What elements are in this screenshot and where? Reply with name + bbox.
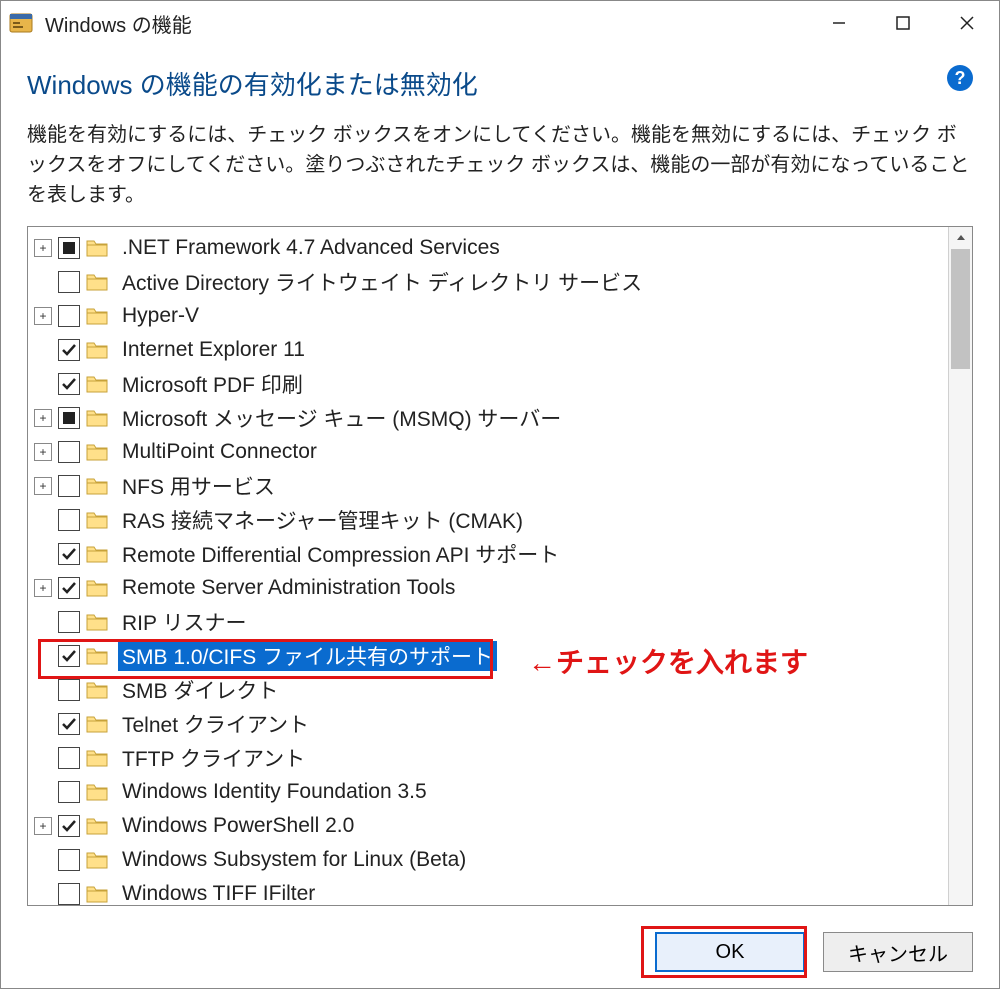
feature-row[interactable]: +Windows Subsystem for Linux (Beta) [28, 843, 948, 877]
feature-label[interactable]: NFS 用サービス [118, 471, 279, 501]
feature-row[interactable]: +Internet Explorer 11 [28, 333, 948, 367]
feature-label[interactable]: Active Directory ライトウェイト ディレクトリ サービス [118, 267, 646, 297]
feature-label[interactable]: MultiPoint Connector [118, 440, 321, 464]
close-button[interactable] [935, 1, 999, 45]
help-button[interactable]: ? [947, 65, 973, 91]
feature-row[interactable]: + MultiPoint Connector [28, 435, 948, 469]
feature-checkbox[interactable] [58, 883, 80, 905]
feature-checkbox[interactable] [58, 713, 80, 735]
feature-checkbox[interactable] [58, 475, 80, 497]
feature-row[interactable]: +SMB ダイレクト [28, 673, 948, 707]
feature-checkbox[interactable] [58, 747, 80, 769]
feature-checkbox[interactable] [58, 849, 80, 871]
feature-label[interactable]: RAS 接続マネージャー管理キット (CMAK) [118, 505, 527, 535]
feature-label[interactable]: Telnet クライアント [118, 709, 313, 739]
feature-row[interactable]: + Windows PowerShell 2.0 [28, 809, 948, 843]
feature-row[interactable]: +TFTP クライアント [28, 741, 948, 775]
feature-row[interactable]: +Windows TIFF IFilter [28, 877, 948, 905]
feature-checkbox[interactable] [58, 815, 80, 837]
feature-row[interactable]: +Windows Identity Foundation 3.5 [28, 775, 948, 809]
feature-row[interactable]: +SMB 1.0/CIFS ファイル共有のサポート [28, 639, 948, 673]
expander-icon[interactable]: + [34, 239, 52, 257]
feature-checkbox[interactable] [58, 373, 80, 395]
feature-label[interactable]: Windows PowerShell 2.0 [118, 814, 358, 838]
feature-row[interactable]: +Telnet クライアント [28, 707, 948, 741]
feature-label[interactable]: Windows TIFF IFilter [118, 882, 319, 905]
feature-row[interactable]: +Remote Differential Compression API サポー… [28, 537, 948, 571]
minimize-button[interactable] [807, 1, 871, 45]
feature-label[interactable]: Remote Differential Compression API サポート [118, 539, 563, 569]
feature-label[interactable]: Hyper-V [118, 304, 203, 328]
dialog-footer: OK キャンセル [27, 922, 973, 972]
feature-row[interactable]: +Microsoft PDF 印刷 [28, 367, 948, 401]
feature-row[interactable]: + NFS 用サービス [28, 469, 948, 503]
feature-label[interactable]: Microsoft PDF 印刷 [118, 369, 307, 399]
scroll-thumb[interactable] [951, 249, 970, 369]
feature-checkbox[interactable] [58, 441, 80, 463]
expander-icon[interactable]: + [34, 477, 52, 495]
feature-label[interactable]: RIP リスナー [118, 607, 250, 637]
feature-label[interactable]: .NET Framework 4.7 Advanced Services [118, 236, 504, 260]
feature-checkbox[interactable] [58, 271, 80, 293]
scrollbar[interactable] [948, 227, 972, 905]
window: Windows の機能 Windows の機能の有効化または無効化 ? 機能を有… [0, 0, 1000, 989]
ok-button[interactable]: OK [655, 932, 805, 972]
expander-icon[interactable]: + [34, 579, 52, 597]
feature-label[interactable]: Windows Subsystem for Linux (Beta) [118, 848, 470, 872]
feature-row[interactable]: +RAS 接続マネージャー管理キット (CMAK) [28, 503, 948, 537]
scroll-up-button[interactable] [949, 227, 972, 249]
feature-row[interactable]: +Active Directory ライトウェイト ディレクトリ サービス [28, 265, 948, 299]
feature-label[interactable]: SMB 1.0/CIFS ファイル共有のサポート [118, 641, 497, 671]
feature-checkbox[interactable] [58, 611, 80, 633]
maximize-button[interactable] [871, 1, 935, 45]
feature-checkbox[interactable] [58, 543, 80, 565]
feature-checkbox[interactable] [58, 679, 80, 701]
feature-label[interactable]: TFTP クライアント [118, 743, 309, 773]
feature-row[interactable]: + Microsoft メッセージ キュー (MSMQ) サーバー [28, 401, 948, 435]
feature-label[interactable]: Remote Server Administration Tools [118, 576, 459, 600]
feature-checkbox[interactable] [58, 305, 80, 327]
feature-row[interactable]: + Hyper-V [28, 299, 948, 333]
feature-checkbox[interactable] [58, 577, 80, 599]
feature-row[interactable]: +RIP リスナー [28, 605, 948, 639]
feature-label[interactable]: Internet Explorer 11 [118, 338, 309, 362]
content-area: Windows の機能の有効化または無効化 ? 機能を有効にするには、チェック … [1, 45, 999, 988]
feature-checkbox[interactable] [58, 781, 80, 803]
feature-label[interactable]: Microsoft メッセージ キュー (MSMQ) サーバー [118, 403, 565, 433]
window-title: Windows の機能 [45, 9, 192, 38]
feature-checkbox[interactable] [58, 407, 80, 429]
expander-icon[interactable]: + [34, 817, 52, 835]
feature-checkbox[interactable] [58, 645, 80, 667]
feature-label[interactable]: SMB ダイレクト [118, 675, 282, 705]
feature-row[interactable]: + Remote Server Administration Tools [28, 571, 948, 605]
expander-icon[interactable]: + [34, 443, 52, 461]
annotation-text: ←チェックを入れます [528, 641, 808, 681]
expander-icon[interactable]: + [34, 409, 52, 427]
cancel-button[interactable]: キャンセル [823, 932, 973, 972]
feature-checkbox[interactable] [58, 237, 80, 259]
dialog-description: 機能を有効にするには、チェック ボックスをオンにしてください。機能を無効にするに… [27, 120, 973, 210]
feature-checkbox[interactable] [58, 339, 80, 361]
feature-checkbox[interactable] [58, 509, 80, 531]
feature-tree[interactable]: +.NET Framework 4.7 Advanced Services+Ac… [28, 227, 948, 905]
expander-icon[interactable]: + [34, 307, 52, 325]
titlebar: Windows の機能 [1, 1, 999, 45]
feature-tree-container: +.NET Framework 4.7 Advanced Services+Ac… [27, 226, 973, 906]
dialog-heading: Windows の機能の有効化または無効化 [27, 65, 947, 102]
app-icon [9, 11, 33, 35]
feature-label[interactable]: Windows Identity Foundation 3.5 [118, 780, 431, 804]
feature-row[interactable]: + .NET Framework 4.7 Advanced Services [28, 231, 948, 265]
